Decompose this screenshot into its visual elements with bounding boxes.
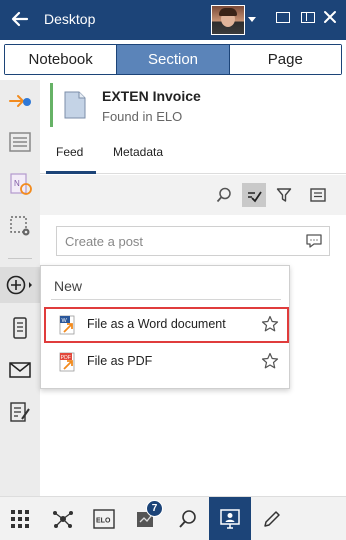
leftbar-workflow-button[interactable] bbox=[0, 83, 40, 119]
back-arrow-icon[interactable] bbox=[10, 9, 30, 29]
menu-item-label: File as PDF bbox=[87, 354, 153, 368]
search-icon bbox=[216, 187, 231, 203]
create-post-input[interactable]: Create a post bbox=[56, 226, 330, 256]
network-icon bbox=[53, 511, 73, 528]
leftbar-new-button[interactable] bbox=[0, 267, 40, 303]
search-nav-button[interactable] bbox=[173, 504, 203, 534]
grid-icon bbox=[11, 510, 29, 528]
menu-title: New bbox=[54, 278, 83, 294]
add-circle-icon bbox=[6, 275, 32, 295]
menu-divider bbox=[51, 299, 281, 300]
menu-item-file-as-pdf[interactable]: PDF File as PDF bbox=[46, 346, 287, 378]
active-tab-indicator bbox=[46, 171, 96, 174]
workflow-arrow-icon bbox=[9, 95, 31, 107]
mark-read-button[interactable] bbox=[242, 183, 266, 207]
chevron-down-icon[interactable] bbox=[248, 17, 256, 22]
search-icon bbox=[179, 510, 196, 528]
leftbar-mail-button[interactable] bbox=[0, 352, 40, 388]
leftbar-list-button[interactable] bbox=[0, 124, 40, 160]
user-avatar[interactable] bbox=[211, 5, 245, 35]
mobile-device-icon bbox=[13, 317, 27, 339]
details-button[interactable] bbox=[306, 183, 330, 207]
pdf-file-icon: PDF bbox=[59, 352, 75, 372]
elo-label: ELO bbox=[96, 518, 111, 525]
leftbar-device-button[interactable] bbox=[0, 310, 40, 346]
desktop-button[interactable] bbox=[209, 497, 251, 540]
network-button[interactable] bbox=[48, 504, 78, 534]
apps-button[interactable] bbox=[5, 504, 35, 534]
menu-item-file-as-word[interactable]: W File as a Word document bbox=[44, 307, 289, 343]
leftbar-onenote-button[interactable]: N bbox=[0, 166, 40, 202]
word-file-icon: W bbox=[59, 315, 75, 335]
svg-text:N: N bbox=[14, 179, 20, 188]
leftbar-edit-button[interactable] bbox=[0, 394, 40, 430]
edit-document-icon bbox=[10, 402, 30, 422]
chat-bubble-icon[interactable] bbox=[305, 233, 323, 249]
svg-text:PDF: PDF bbox=[61, 355, 71, 361]
status-bar bbox=[50, 83, 53, 127]
post-placeholder: Create a post bbox=[65, 234, 144, 249]
segment-page[interactable]: Page bbox=[228, 45, 341, 74]
menu-item-label: File as a Word document bbox=[87, 317, 226, 331]
search-button[interactable] bbox=[212, 183, 236, 207]
document-icon bbox=[64, 91, 86, 119]
tab-metadata[interactable]: Metadata bbox=[113, 145, 163, 159]
leftbar-settings-button[interactable] bbox=[0, 208, 40, 244]
new-item-menu: New W File as a Word document PDF File a… bbox=[40, 265, 290, 389]
view-segment-control: Notebook Section Page bbox=[4, 44, 342, 75]
segment-notebook[interactable]: Notebook bbox=[5, 45, 117, 74]
selection-gear-icon bbox=[10, 216, 30, 236]
filter-button[interactable] bbox=[272, 183, 296, 207]
pencil-icon bbox=[264, 511, 280, 527]
elo-logo-icon: ELO bbox=[93, 509, 115, 529]
close-icon[interactable] bbox=[322, 9, 338, 25]
star-icon[interactable] bbox=[261, 315, 279, 333]
segment-section[interactable]: Section bbox=[116, 45, 229, 74]
restore-window-icon[interactable] bbox=[276, 12, 290, 23]
filter-icon bbox=[276, 188, 292, 202]
top-bar: Desktop bbox=[0, 0, 346, 40]
content-tabs: Feed Metadata bbox=[40, 137, 346, 174]
elo-button[interactable]: ELO bbox=[89, 504, 119, 534]
feed-toolbar bbox=[40, 175, 346, 215]
list-icon bbox=[9, 132, 31, 152]
checklist-icon bbox=[248, 191, 262, 203]
tab-feed[interactable]: Feed bbox=[56, 145, 83, 159]
notification-badge: 7 bbox=[146, 500, 163, 517]
star-icon[interactable] bbox=[261, 352, 279, 370]
window-title: Desktop bbox=[44, 11, 96, 27]
bottom-navigation-bar: ELO 7 bbox=[0, 496, 346, 540]
mail-icon bbox=[9, 362, 31, 378]
document-title: EXTEN Invoice bbox=[102, 88, 201, 104]
edit-nav-button[interactable] bbox=[257, 504, 287, 534]
desktop-user-icon bbox=[220, 509, 240, 529]
details-list-icon bbox=[310, 188, 326, 202]
document-header: EXTEN Invoice Found in ELO bbox=[50, 83, 340, 127]
svg-text:W: W bbox=[62, 318, 68, 324]
split-window-icon[interactable] bbox=[301, 12, 315, 23]
left-toolbar: N bbox=[0, 80, 40, 496]
onenote-sync-icon: N bbox=[10, 173, 32, 195]
document-location: Found in ELO bbox=[102, 109, 183, 124]
